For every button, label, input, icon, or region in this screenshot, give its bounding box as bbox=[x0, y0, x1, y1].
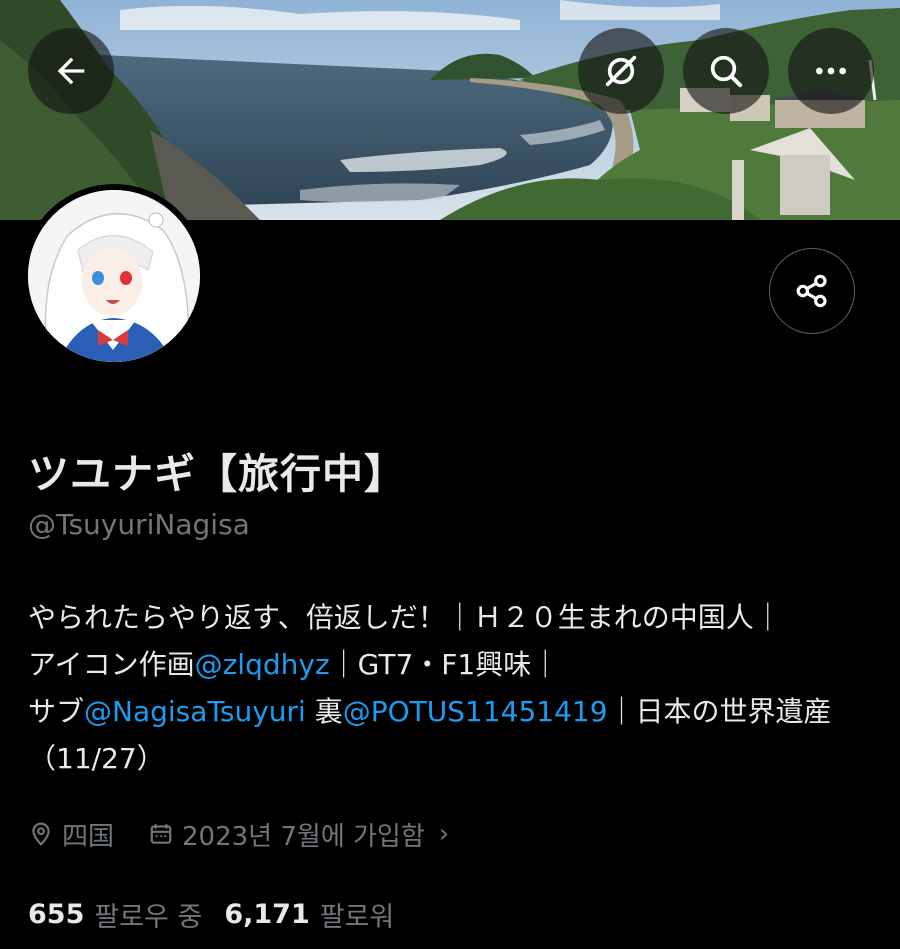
bio-line: アイコン作画@zlqdhyz｜GT7・F1興味｜ bbox=[28, 641, 888, 688]
profile-bio: やられたらやり返す、倍返しだ！｜Ｈ２０生まれの中国人｜ アイコン作画@zlqdh… bbox=[28, 594, 888, 782]
display-name: ツユナギ【旅行中】 bbox=[28, 450, 406, 498]
followers-count: 6,171 bbox=[224, 898, 310, 930]
search-icon bbox=[710, 55, 743, 88]
bio-text: サブ bbox=[28, 695, 85, 728]
share-button[interactable] bbox=[769, 248, 855, 334]
join-date-text: 2023년 7월에 가입함 bbox=[182, 821, 425, 852]
back-button[interactable] bbox=[28, 28, 114, 114]
arrow-left-icon bbox=[57, 57, 85, 85]
mention-link[interactable]: @NagisaTsuyuri bbox=[84, 695, 306, 728]
following-count: 655 bbox=[28, 898, 85, 930]
more-button[interactable] bbox=[788, 28, 874, 114]
bio-text: アイコン作画 bbox=[28, 648, 195, 681]
following-link[interactable]: 655 팔로우 중 bbox=[28, 895, 202, 934]
grok-icon bbox=[605, 55, 637, 87]
bio-line: （11/27） bbox=[28, 735, 888, 782]
grok-button[interactable] bbox=[578, 28, 664, 114]
bio-text: （11/27） bbox=[28, 742, 165, 775]
location-text: 四国 bbox=[62, 821, 115, 852]
bio-line: サブ@NagisaTsuyuri 裏@POTUS11451419｜日本の世界遺産 bbox=[28, 688, 888, 735]
profile-meta: 四国 2023년 7월에 가입함 › bbox=[28, 814, 449, 854]
search-button[interactable] bbox=[683, 28, 769, 114]
mention-link[interactable]: @zlqdhyz bbox=[195, 648, 330, 681]
following-label: 팔로우 중 bbox=[94, 901, 203, 933]
avatar-image bbox=[28, 190, 200, 362]
user-handle: @TsuyuriNagisa bbox=[28, 508, 250, 541]
chevron-right-icon: › bbox=[438, 819, 450, 849]
location: 四国 bbox=[28, 816, 114, 853]
bio-text: 裏 bbox=[305, 695, 343, 728]
avatar[interactable] bbox=[22, 184, 206, 368]
bio-text: ｜GT7・F1興味｜ bbox=[329, 648, 560, 681]
follow-stats: 655 팔로우 중 6,171 팔로워 bbox=[28, 893, 394, 935]
share-icon bbox=[796, 274, 827, 308]
more-horizontal-icon bbox=[816, 67, 846, 75]
calendar-icon bbox=[150, 824, 172, 844]
location-pin-icon bbox=[32, 822, 50, 846]
bio-line: やられたらやり返す、倍返しだ！｜Ｈ２０生まれの中国人｜ bbox=[28, 594, 888, 641]
followers-link[interactable]: 6,171 팔로워 bbox=[224, 895, 394, 934]
join-date[interactable]: 2023년 7월에 가입함 › bbox=[148, 816, 449, 853]
bio-text: やられたらやり返す、倍返しだ！｜Ｈ２０生まれの中国人｜ bbox=[28, 601, 782, 634]
bio-text: ｜日本の世界遺産 bbox=[607, 695, 832, 728]
mention-link[interactable]: @POTUS11451419 bbox=[343, 695, 608, 728]
followers-label: 팔로워 bbox=[319, 901, 395, 933]
